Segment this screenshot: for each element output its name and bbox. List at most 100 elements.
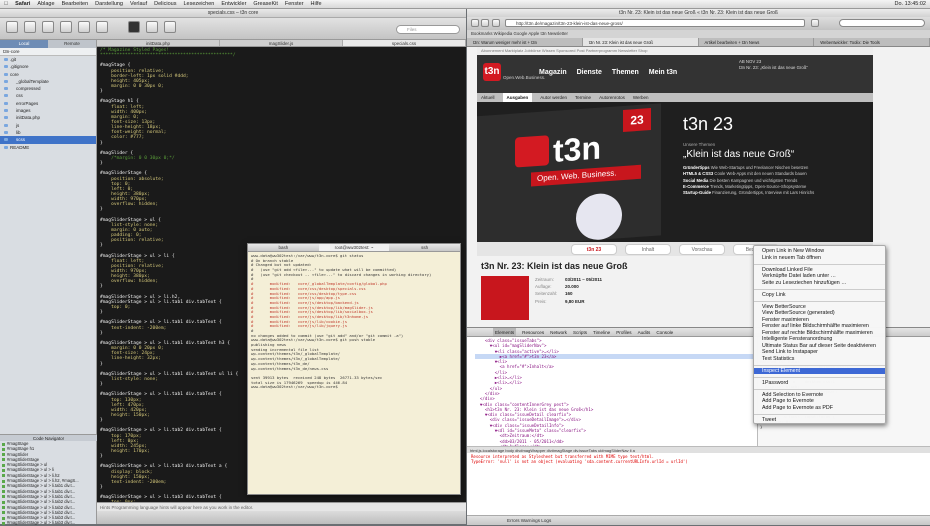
issue-thumbnail[interactable]	[481, 276, 529, 320]
menu-separator	[754, 411, 885, 415]
context-menu-item[interactable]: Tweet	[754, 417, 885, 424]
subnav-item[interactable]: Aktuell	[481, 93, 495, 102]
menu-bearbeiten[interactable]: Bearbeiten	[62, 1, 89, 7]
file-sidebar: Local Remote t3n-core .git .gitignore co…	[0, 40, 97, 525]
tab-magslider[interactable]: magSlider.js	[220, 40, 343, 46]
tab-console[interactable]: Console	[656, 328, 673, 336]
safari-tab[interactable]: Webentwickler: Toolix: Die Tools	[814, 38, 930, 46]
subnav-item[interactable]: Autor werden	[540, 93, 567, 102]
apple-icon[interactable]: 	[4, 1, 8, 7]
terminal-window: bash root@ww302test: ~ ssh www-data@ww30…	[247, 243, 461, 495]
tree-item[interactable]: README	[0, 144, 96, 151]
tab-scripts[interactable]: Scripts	[573, 328, 587, 336]
tab-timeline[interactable]: Timeline	[593, 328, 610, 336]
menu-greasekit[interactable]: GreaseKit	[253, 1, 277, 7]
issue-tab[interactable]: Inhalt	[625, 244, 671, 255]
bookmarks-bar[interactable]: Bookmarks Wikipedia Google Apple t3n New…	[467, 30, 930, 38]
t3n-logo[interactable]: t3n	[483, 63, 501, 81]
tree-item[interactable]: scss	[0, 136, 96, 144]
menu-fenster[interactable]: Fenster	[285, 1, 304, 7]
reload-button[interactable]	[164, 21, 176, 33]
files-search-input[interactable]: Files	[396, 25, 460, 34]
main-nav: Magazin Dienste Themen Mein t3n	[539, 69, 687, 76]
sites-button[interactable]	[6, 21, 18, 33]
topic-item: Startup-Guide Finanzierung, Gründertipps…	[683, 190, 815, 196]
top-links[interactable]: Abonnement Marktplatz Jobbörse Wissen Sp…	[477, 47, 873, 55]
reload-icon[interactable]	[811, 19, 819, 27]
tab-local[interactable]: Local	[0, 40, 48, 48]
safari-tab[interactable]: t3n: Warum weniger mehr ist + t3n	[467, 38, 583, 46]
subnav-item[interactable]: Termine	[575, 93, 591, 102]
tree-item[interactable]: _globalTemplate	[0, 78, 96, 85]
books-button[interactable]	[96, 21, 108, 33]
menu-lesezeichen[interactable]: Lesezeichen	[183, 1, 214, 7]
tree-item[interactable]: lib	[0, 129, 96, 136]
google-search-input[interactable]	[839, 19, 925, 27]
edit-button[interactable]	[24, 21, 36, 33]
tab-resources[interactable]: Resources	[522, 328, 544, 336]
console-output[interactable]: Resource interpreted as Stylesheet but t…	[467, 453, 930, 515]
safari-tabs: t3n: Warum weniger mehr ist + t3n t3n Nr…	[467, 38, 930, 47]
subnav-item[interactable]: Werben	[633, 93, 649, 102]
tree-item[interactable]: .git	[0, 56, 96, 63]
add-bookmark-button[interactable]	[492, 19, 500, 27]
terminal-tab[interactable]: bash	[248, 244, 319, 251]
tree-item[interactable]: .gitignore	[0, 63, 96, 70]
tree-item[interactable]: js	[0, 122, 96, 129]
terminal-tab[interactable]: root@ww302test: ~	[318, 244, 390, 251]
issue-tab[interactable]: Vorschau	[679, 244, 725, 255]
preview-button[interactable]	[42, 21, 54, 33]
back-button[interactable]	[471, 19, 479, 27]
nav-mein-t3n[interactable]: Mein t3n	[649, 69, 677, 76]
menu-hilfe[interactable]: Hilfe	[311, 1, 322, 7]
subnav-item[interactable]: Autorenrotos	[599, 93, 625, 102]
navigator-item[interactable]: #magSliderStage > ul > li.tab3 div.t...	[0, 520, 97, 525]
tab-elements[interactable]: Elements	[493, 328, 517, 336]
tab-remote[interactable]: Remote	[48, 40, 96, 48]
address-bar[interactable]: http://t3n.de/magazin/t3n-23-klein-ist-d…	[505, 19, 805, 27]
hero-topic-list: Gründertipps Wie Web-Startups und Freela…	[683, 165, 869, 196]
tab-specials[interactable]: specials.css	[343, 40, 466, 46]
nav-dienste[interactable]: Dienste	[577, 69, 602, 76]
menu-entwickler[interactable]: Entwickler	[221, 1, 246, 7]
terminal-tab[interactable]: ssh	[389, 244, 460, 251]
safari-tab[interactable]: Artikel bearbeiten + t3n News	[699, 38, 815, 46]
hero-title: t3n 23	[683, 114, 734, 134]
promo-box[interactable]: AB NOV 23 t3n Nr. 23: „Klein ist das neu…	[739, 59, 819, 87]
tab-network[interactable]: Network	[550, 328, 567, 336]
safari-tab-active[interactable]: t3n Nr. 23: Klein ist das neue Groß	[582, 38, 699, 46]
dom-tree[interactable]: <div class="issueTabs"> ▼<ul id="magSlid…	[467, 337, 757, 446]
menu-safari[interactable]: Safari	[15, 1, 30, 7]
tab-profiles[interactable]: Profiles	[616, 328, 631, 336]
menubar-clock[interactable]: Do. 13:45:02	[895, 1, 927, 7]
forward-button[interactable]	[481, 19, 489, 27]
menu-separator	[754, 261, 885, 265]
tree-item[interactable]: core	[0, 71, 96, 78]
menu-verlauf[interactable]: Verlauf	[130, 1, 147, 7]
site-selector[interactable]: t3n-core	[0, 48, 96, 56]
nav-magazin[interactable]: Magazin	[539, 69, 567, 76]
terminal-button[interactable]	[78, 21, 90, 33]
tab-audits[interactable]: Audits	[638, 328, 651, 336]
menubar:  Safari Ablage Bearbeiten Darstellung V…	[0, 0, 930, 9]
issue-tab[interactable]: t3n 23	[571, 244, 617, 255]
css-button[interactable]	[60, 21, 72, 33]
subnav-item-active[interactable]: Ausgaben	[502, 93, 533, 102]
context-menu-item[interactable]: Fenster auf linke Bildschirmhälfte maxim…	[754, 323, 885, 330]
dom-breadcrumb[interactable]: html.js.localstorage body div#magWrapper…	[467, 446, 930, 453]
tab-initdata[interactable]: initData.php	[97, 40, 220, 46]
nav-themen[interactable]: Themen	[612, 69, 639, 76]
tree-item[interactable]: images	[0, 107, 96, 114]
terminal-icon[interactable]	[128, 21, 140, 33]
tree-item[interactable]: initData.php	[0, 114, 96, 121]
tree-item[interactable]: css	[0, 92, 96, 99]
publish-button[interactable]	[146, 21, 158, 33]
terminal-output[interactable]: www-data@ww302test:/var/www/t3n-core$ gi…	[248, 252, 460, 392]
menu-separator	[754, 286, 885, 290]
fact-value: 160	[565, 291, 573, 297]
menu-darstellung[interactable]: Darstellung	[95, 1, 123, 7]
menu-delicious[interactable]: Delicious	[154, 1, 176, 7]
tree-item[interactable]: errorPages	[0, 100, 96, 107]
tree-item[interactable]: compressed	[0, 85, 96, 92]
menu-ablage[interactable]: Ablage	[37, 1, 54, 7]
